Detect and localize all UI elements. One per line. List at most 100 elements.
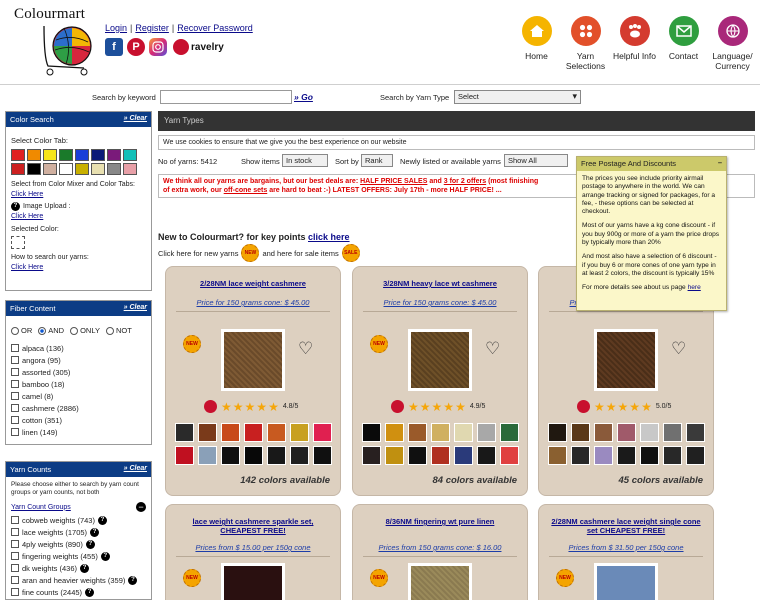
keyword-search-input[interactable] <box>160 90 292 104</box>
checkbox[interactable] <box>11 380 19 388</box>
wishlist-heart-icon[interactable]: ♡ <box>671 339 686 359</box>
minimize-icon[interactable]: – <box>718 158 722 167</box>
color-chip[interactable] <box>500 446 519 465</box>
color-chip[interactable] <box>290 446 309 465</box>
checkbox[interactable] <box>11 516 19 524</box>
checkbox[interactable] <box>11 344 19 352</box>
checkbox-item[interactable]: cotton (351) <box>11 414 146 426</box>
help-icon[interactable]: ? <box>100 551 110 561</box>
color-swatch[interactable] <box>75 149 89 161</box>
color-chip[interactable] <box>431 446 450 465</box>
image-upload-link[interactable]: Click Here <box>11 213 43 220</box>
checkbox-item[interactable]: angora (95) <box>11 354 146 366</box>
color-swatch[interactable] <box>91 163 105 175</box>
wishlist-heart-icon[interactable]: ♡ <box>298 339 313 359</box>
checkbox-item[interactable]: alpaca (136) <box>11 342 146 354</box>
color-chip[interactable] <box>663 423 682 442</box>
checkbox[interactable] <box>11 368 19 376</box>
product-title[interactable]: lace weight cashmere sparkle set, CHEAPE… <box>166 517 340 535</box>
color-chip[interactable] <box>548 423 567 442</box>
instagram-icon[interactable] <box>149 38 167 56</box>
product-card[interactable]: lace weight cashmere sparkle set, CHEAPE… <box>165 504 341 600</box>
fiber-mode-radio[interactable]: OR <box>11 326 32 335</box>
color-chip[interactable] <box>362 423 381 442</box>
color-chip[interactable] <box>244 446 263 465</box>
nav-language-currency[interactable]: Language/ Currency <box>708 16 757 71</box>
color-swatch[interactable] <box>27 149 41 161</box>
product-price[interactable]: Price for 150 grams cone: $ 45.00 <box>353 298 527 307</box>
color-swatch[interactable] <box>123 149 137 161</box>
product-photo[interactable] <box>594 563 658 600</box>
radio-button[interactable] <box>38 326 47 335</box>
ravelry-icon[interactable] <box>204 400 217 413</box>
about-us-link[interactable]: here <box>688 284 701 291</box>
new-badge-icon[interactable]: NEW <box>241 244 260 262</box>
color-chip[interactable] <box>594 423 613 442</box>
product-photo[interactable] <box>594 329 658 391</box>
product-card[interactable]: 8/36NM fingering wt pure linen Prices fr… <box>352 504 528 600</box>
color-chip[interactable] <box>454 446 473 465</box>
color-chip[interactable] <box>477 446 496 465</box>
color-mixer-link[interactable]: Click Here <box>11 191 43 198</box>
checkbox-item[interactable]: aran and heavier weights (359)? <box>11 574 146 586</box>
color-swatch[interactable] <box>123 163 137 175</box>
product-card[interactable]: 2/28NM lace weight cashmere Price for 15… <box>165 266 341 496</box>
fiber-mode-radio[interactable]: NOT <box>105 326 132 335</box>
how-to-search-link[interactable]: Click Here <box>11 264 43 271</box>
color-chip[interactable] <box>571 446 590 465</box>
product-title[interactable]: 2/28NM lace weight cashmere <box>166 279 340 288</box>
color-chip[interactable] <box>408 423 427 442</box>
color-chip[interactable] <box>198 446 217 465</box>
color-chip[interactable] <box>175 423 194 442</box>
color-chip[interactable] <box>571 423 590 442</box>
color-chip[interactable] <box>663 446 682 465</box>
color-chip[interactable] <box>617 446 636 465</box>
product-card[interactable]: 2/28NM cashmere lace weight single cone … <box>538 504 714 600</box>
help-icon[interactable]: ? <box>128 575 138 585</box>
color-swatch[interactable] <box>107 149 121 161</box>
three-for-two-link[interactable]: 3 for 2 offers <box>444 178 486 185</box>
color-chip[interactable] <box>431 423 450 442</box>
color-chip[interactable] <box>594 446 613 465</box>
checkbox-item[interactable]: 4ply weights (890)? <box>11 538 146 550</box>
product-photo[interactable] <box>408 329 472 391</box>
color-swatch[interactable] <box>11 149 25 161</box>
color-chip[interactable] <box>454 423 473 442</box>
color-swatch[interactable] <box>107 163 121 175</box>
ravelry-icon[interactable] <box>391 400 404 413</box>
facebook-icon[interactable]: f <box>105 38 123 56</box>
color-chip[interactable] <box>313 446 332 465</box>
color-chip[interactable] <box>548 446 567 465</box>
checkbox[interactable] <box>11 392 19 400</box>
color-swatch[interactable] <box>59 149 73 161</box>
ravelry-link[interactable]: ravelry <box>173 39 224 55</box>
help-icon[interactable]: ? <box>80 563 90 573</box>
help-icon[interactable]: ? <box>11 202 20 211</box>
product-price[interactable]: Prices from $ 31.50 per 150g cone <box>539 543 713 552</box>
yarn-type-select[interactable]: Select <box>454 90 581 104</box>
checkbox-item[interactable]: assorted (305) <box>11 366 146 378</box>
checkbox[interactable] <box>11 416 19 424</box>
checkbox[interactable] <box>11 404 19 412</box>
color-swatch[interactable] <box>91 149 105 161</box>
wishlist-heart-icon[interactable]: ♡ <box>485 339 500 359</box>
color-chip[interactable] <box>500 423 519 442</box>
checkbox[interactable] <box>11 528 19 536</box>
color-chip[interactable] <box>686 423 705 442</box>
fiber-clear-button[interactable]: » Clear <box>124 304 147 311</box>
checkbox[interactable] <box>11 564 19 572</box>
color-chip[interactable] <box>221 446 240 465</box>
color-chip[interactable] <box>408 446 427 465</box>
color-swatch[interactable] <box>59 163 73 175</box>
key-points-link[interactable]: click here <box>308 232 350 242</box>
help-icon[interactable]: ? <box>97 515 107 525</box>
product-card[interactable]: 3/28NM heavy lace wt cashmere Price for … <box>352 266 528 496</box>
color-chip[interactable] <box>686 446 705 465</box>
color-chip[interactable] <box>640 423 659 442</box>
color-chip[interactable] <box>267 423 286 442</box>
help-icon[interactable]: ? <box>85 587 95 597</box>
product-photo[interactable] <box>221 329 285 391</box>
color-chip[interactable] <box>198 423 217 442</box>
product-price[interactable]: Prices from 150 grams cone: $ 16.00 <box>353 543 527 552</box>
newly-listed-select[interactable]: Show All <box>504 154 568 167</box>
